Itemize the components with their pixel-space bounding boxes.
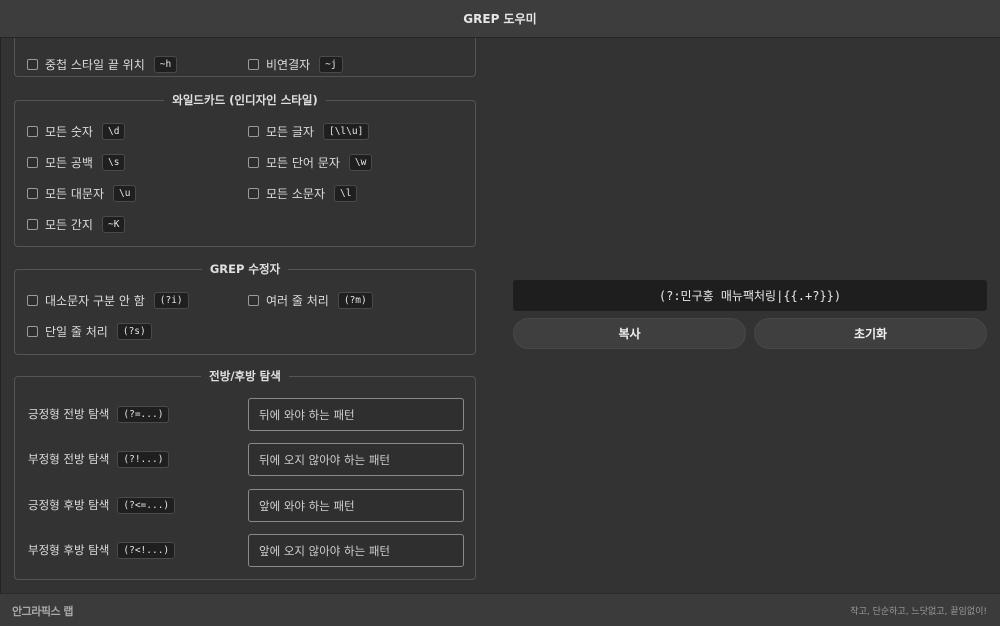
- positive-lookahead-label: 긍정형 전방 탐색 (?=...): [28, 405, 170, 423]
- group-misc: 중첩 스타일 끝 위치 ~h 비연결자 ~j: [14, 38, 476, 77]
- negative-lookbehind-input[interactable]: [248, 534, 464, 567]
- positive-lookbehind-label: 긍정형 후방 탐색 (?<=...): [28, 496, 176, 514]
- checkbox[interactable]: [27, 325, 38, 337]
- code-badge: (?i): [153, 291, 189, 309]
- option-any-kanji[interactable]: 모든 간지 ~K: [27, 215, 126, 233]
- code-badge: ~K: [101, 215, 126, 233]
- option-any-lowercase[interactable]: 모든 소문자 \l: [248, 184, 358, 202]
- code-badge: (?<!...): [117, 541, 176, 559]
- checkbox[interactable]: [248, 187, 259, 199]
- checkbox[interactable]: [248, 125, 259, 137]
- option-single-line[interactable]: 단일 줄 처리 (?s): [27, 322, 152, 340]
- code-badge: ~h: [153, 55, 178, 73]
- reset-button[interactable]: 초기화: [754, 318, 987, 349]
- checkbox[interactable]: [248, 294, 259, 306]
- code-badge: (?m): [337, 291, 373, 309]
- window-title: GREP 도우미: [463, 12, 537, 26]
- options-panel[interactable]: 중첩 스타일 끝 위치 ~h 비연결자 ~j 와일드카드 (인디자인 스타일) …: [0, 38, 491, 593]
- option-multiline[interactable]: 여러 줄 처리 (?m): [248, 291, 373, 309]
- option-any-uppercase[interactable]: 모든 대문자 \u: [27, 184, 137, 202]
- positive-lookahead-input[interactable]: [248, 398, 464, 431]
- footer-slogan: 작고, 단순하고, 느닷없고, 끝임없이!: [850, 607, 987, 617]
- checkbox[interactable]: [27, 156, 38, 168]
- option-nested-style-end[interactable]: 중첩 스타일 끝 위치 ~h: [27, 55, 178, 73]
- copy-button[interactable]: 복사: [513, 318, 746, 349]
- checkbox[interactable]: [27, 187, 38, 199]
- group-title: 전방/후방 탐색: [15, 369, 475, 383]
- checkbox[interactable]: [27, 58, 38, 70]
- code-badge: \u: [113, 184, 137, 202]
- option-any-word-char[interactable]: 모든 단어 문자 \w: [248, 153, 373, 171]
- checkbox[interactable]: [27, 294, 38, 306]
- group-wildcards: 와일드카드 (인디자인 스타일) 모든 숫자 \d 모든 글자 [\l\u] 모…: [14, 93, 476, 247]
- group-lookaround: 전방/후방 탐색 긍정형 전방 탐색 (?=...) 부정형 전방 탐색 (?!…: [14, 369, 476, 580]
- positive-lookbehind-input[interactable]: [248, 489, 464, 522]
- code-badge: (?<=...): [117, 496, 176, 514]
- checkbox[interactable]: [248, 156, 259, 168]
- code-badge: \s: [101, 153, 126, 171]
- group-title: GREP 수정자: [15, 262, 475, 276]
- negative-lookbehind-label: 부정형 후방 탐색 (?<!...): [28, 541, 176, 559]
- code-badge: (?=...): [117, 405, 170, 423]
- code-badge: [\l\u]: [322, 122, 370, 140]
- checkbox[interactable]: [27, 125, 38, 137]
- footer: 안그라픽스 랩 작고, 단순하고, 느닷없고, 끝임없이!: [0, 593, 1000, 626]
- negative-lookahead-label: 부정형 전방 탐색 (?!...): [28, 450, 170, 468]
- code-badge: \l: [334, 184, 358, 202]
- code-badge: (?s): [116, 322, 152, 340]
- option-any-whitespace[interactable]: 모든 공백 \s: [27, 153, 126, 171]
- option-any-letter[interactable]: 모든 글자 [\l\u]: [248, 122, 370, 140]
- group-modifiers: GREP 수정자 대소문자 구분 안 함 (?i) 여러 줄 처리 (?m) 단…: [14, 262, 476, 355]
- option-non-joiner[interactable]: 비연결자 ~j: [248, 55, 343, 73]
- option-case-insensitive[interactable]: 대소문자 구분 안 함 (?i): [27, 291, 189, 309]
- title-bar: GREP 도우미: [0, 0, 1000, 38]
- code-badge: \d: [101, 122, 126, 140]
- grep-expression-text: (?:민구홍 매뉴팩처링|{{.+?}}): [658, 289, 842, 303]
- code-badge: (?!...): [117, 450, 170, 468]
- checkbox[interactable]: [27, 218, 38, 230]
- group-title: 와일드카드 (인디자인 스타일): [15, 93, 475, 107]
- grep-expression-output[interactable]: (?:민구홍 매뉴팩처링|{{.+?}}): [513, 280, 987, 311]
- brand-logo: 안그라픽스 랩: [12, 605, 74, 618]
- checkbox[interactable]: [248, 58, 259, 70]
- negative-lookahead-input[interactable]: [248, 443, 464, 476]
- code-badge: \w: [348, 153, 373, 171]
- code-badge: ~j: [319, 55, 343, 73]
- option-any-digit[interactable]: 모든 숫자 \d: [27, 122, 126, 140]
